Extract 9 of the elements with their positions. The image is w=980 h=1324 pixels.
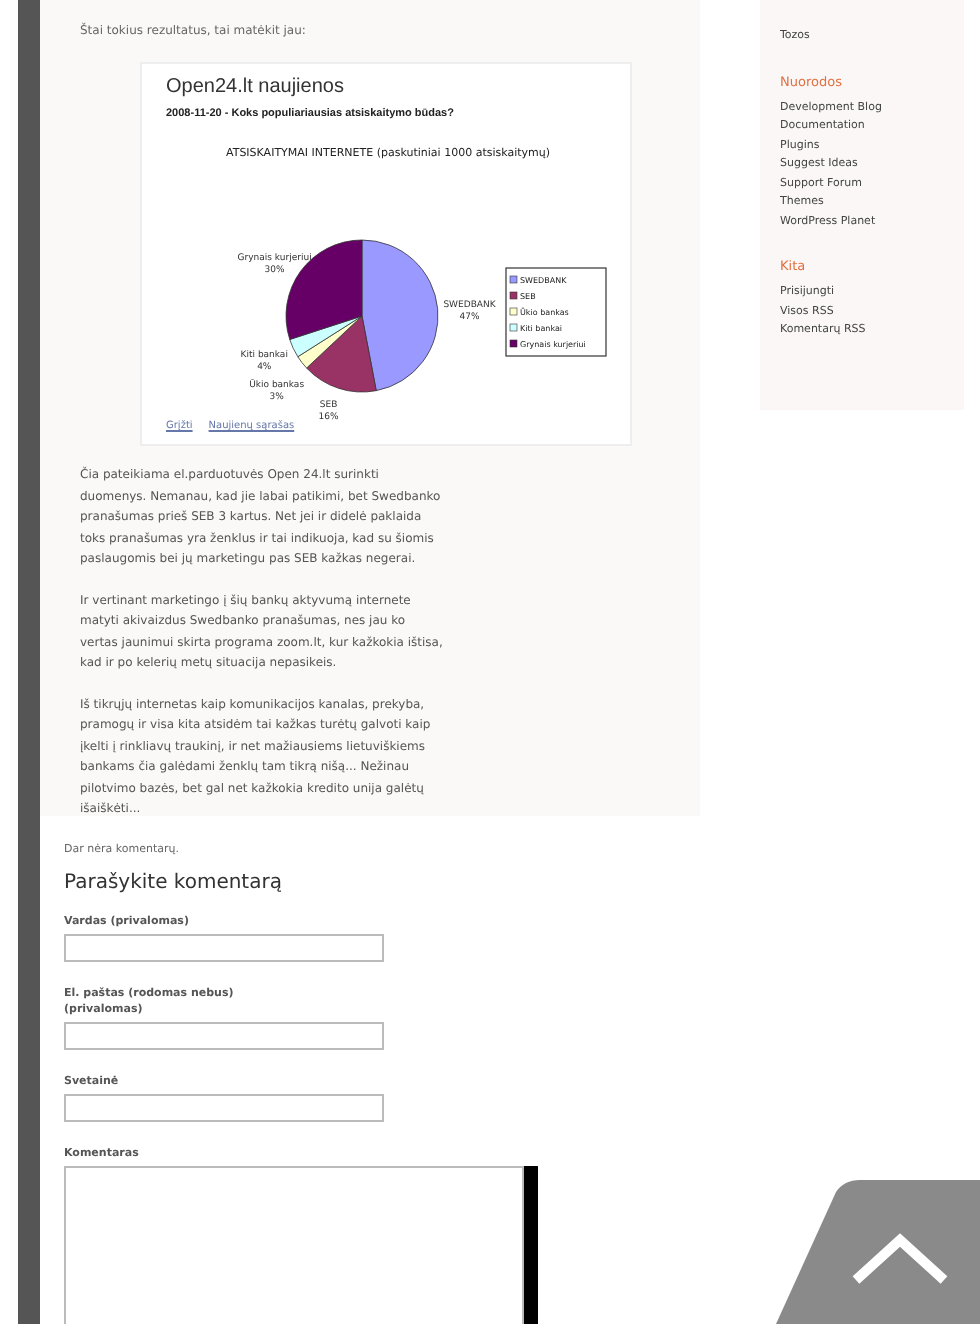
site-title: Open24.lt naujienos — [166, 76, 346, 98]
comment-textarea[interactable] — [64, 1166, 524, 1324]
input-field[interactable] — [64, 934, 384, 962]
input-field[interactable] — [64, 1022, 384, 1050]
input-field[interactable] — [64, 1094, 384, 1122]
scroll-top-button[interactable] — [776, 1180, 980, 1324]
chart-legend — [505, 267, 607, 357]
scrollbar[interactable] — [524, 1166, 538, 1324]
comment-heading: Parašykite komentarą — [64, 872, 284, 894]
